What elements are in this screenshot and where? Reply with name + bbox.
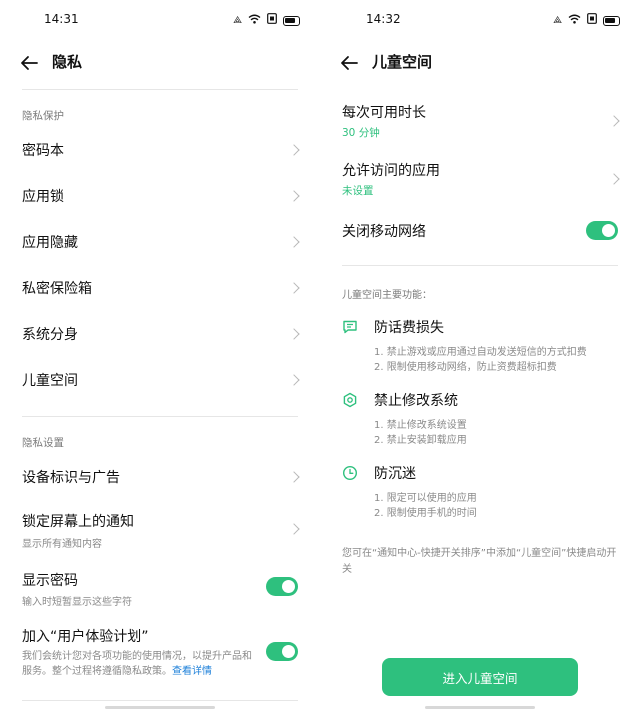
menu-item-label: 应用隐藏 [22,235,78,251]
menu-item-label: 密码本 [22,143,64,159]
privacy-screen: 14:31 ⟁ 隐私 隐私保护 密码本 应用锁 应用隐藏 私密保险箱 系统分身 … [0,0,320,711]
section-label-privacy-settings: 隐私设置 [22,437,64,449]
divider [342,265,618,266]
footer-note: 您可在“通知中心-快捷开关排序”中添加“儿童空间”快捷启动开关 [342,548,617,575]
setting-label: 每次可用时长 [342,105,426,121]
section-label-privacy-protection: 隐私保护 [22,110,64,122]
setting-allowed-apps[interactable]: 允许访问的应用 未设置 [320,154,640,204]
chevron-right-icon [288,471,300,483]
feature-title: 禁止修改系统 [374,393,458,409]
sim-icon [587,13,597,28]
chevron-right-icon [608,115,620,127]
battery-icon [603,15,620,26]
menu-item-label: 儿童空间 [22,373,78,389]
menu-item-app-lock[interactable]: 应用锁 [0,173,320,219]
setting-subtitle: 输入时短暂显示这些字符 [22,597,132,608]
view-details-link[interactable]: 查看详情 [172,666,212,677]
menu-item-label: 私密保险箱 [22,281,92,297]
feature-line: 1. 禁止修改系统设置 [374,420,467,431]
chevron-right-icon [288,282,300,294]
menu-item-app-hide[interactable]: 应用隐藏 [0,219,320,265]
battery-icon [283,15,300,26]
back-arrow-icon[interactable] [18,52,40,74]
setting-ux-plan: 加入“用户体验计划” 我们会统计您对各项功能的使用情况，以提升产品和服务。整个过… [0,620,320,680]
home-indicator [105,706,215,709]
feature-line: 2. 限制使用手机的时间 [374,508,477,519]
back-arrow-icon[interactable] [338,52,360,74]
setting-close-mobile-network: 关闭移动网络 [320,208,640,254]
time-limit-value: 30 分钟 [342,127,380,139]
sim-icon [267,13,277,28]
feature-line: 2. 禁止安装卸载应用 [374,435,467,446]
ux-plan-toggle[interactable] [266,642,298,661]
menu-item-label: 系统分身 [22,327,78,343]
menu-item-label: 锁定屏幕上的通知 [22,514,134,530]
ux-plan-desc-text: 我们会统计您对各项功能的使用情况，以提升产品和服务。整个过程将遵循隐私政策。 [22,651,252,677]
status-time: 14:31 [44,12,79,26]
menu-item-label: 设备标识与广告 [22,470,120,486]
status-icons: ⟁ [553,13,620,28]
setting-label: 允许访问的应用 [342,163,440,179]
clock-icon [342,465,358,481]
status-bar: 14:32 ⟁ [320,10,640,30]
kids-space-screen: 14:32 ⟁ 儿童空间 每次可用时长 30 分钟 允许访问的应用 未设置 关闭… [320,0,640,711]
menu-item-label: 应用锁 [22,189,64,205]
home-indicator [425,706,535,709]
menu-item-system-clone[interactable]: 系统分身 [0,311,320,357]
feature-line: 2. 限制使用移动网络，防止资费超标扣费 [374,362,557,373]
wifi-icon [248,14,261,28]
menu-item-subtitle: 显示所有通知内容 [22,539,102,550]
close-mobile-network-toggle[interactable] [586,221,618,240]
menu-item-kids-space[interactable]: 儿童空间 [0,357,320,403]
status-time: 14:32 [366,12,401,26]
feature-title: 防话费损失 [374,320,444,336]
setting-time-limit[interactable]: 每次可用时长 30 分钟 [320,96,640,146]
divider [22,89,298,90]
setting-label: 关闭移动网络 [342,224,426,240]
setting-label: 加入“用户体验计划” [22,629,149,645]
setting-show-password: 显示密码 输入时短暂显示这些字符 [0,564,320,608]
chevron-right-icon [288,236,300,248]
chevron-right-icon [288,523,300,535]
page-title: 隐私 [52,53,83,71]
nfc-icon: ⟁ [553,14,562,26]
menu-item-lock-screen-notifications[interactable]: 锁定屏幕上的通知 显示所有通知内容 [0,505,320,553]
divider [22,700,298,701]
enter-kids-space-button[interactable]: 进入儿童空间 [382,658,578,696]
setting-description: 我们会统计您对各项功能的使用情况，以提升产品和服务。整个过程将遵循隐私政策。查看… [22,649,254,679]
features-heading: 儿童空间主要功能： [342,290,432,301]
setting-label: 显示密码 [22,573,78,589]
chevron-right-icon [288,144,300,156]
show-password-toggle[interactable] [266,577,298,596]
status-icons: ⟁ [233,13,300,28]
feature-title: 防沉迷 [374,466,416,482]
menu-item-private-safe[interactable]: 私密保险箱 [0,265,320,311]
feature-line: 1. 禁止游戏或应用通过自动发送短信的方式扣费 [374,347,587,358]
page-header: 儿童空间 [320,48,640,78]
wifi-icon [568,14,581,28]
menu-item-password-book[interactable]: 密码本 [0,127,320,173]
menu-item-device-ads[interactable]: 设备标识与广告 [0,454,320,500]
chevron-right-icon [288,328,300,340]
chevron-right-icon [608,173,620,185]
page-header: 隐私 [0,48,320,78]
message-icon [343,320,357,334]
page-title: 儿童空间 [372,53,433,71]
chevron-right-icon [288,190,300,202]
feature-line: 1. 限定可以使用的应用 [374,493,477,504]
chevron-right-icon [288,374,300,386]
nfc-icon: ⟁ [233,14,242,26]
divider [22,416,298,417]
settings-hex-icon [343,392,357,408]
status-bar: 14:31 ⟁ [0,10,320,30]
allowed-apps-value: 未设置 [342,185,374,197]
